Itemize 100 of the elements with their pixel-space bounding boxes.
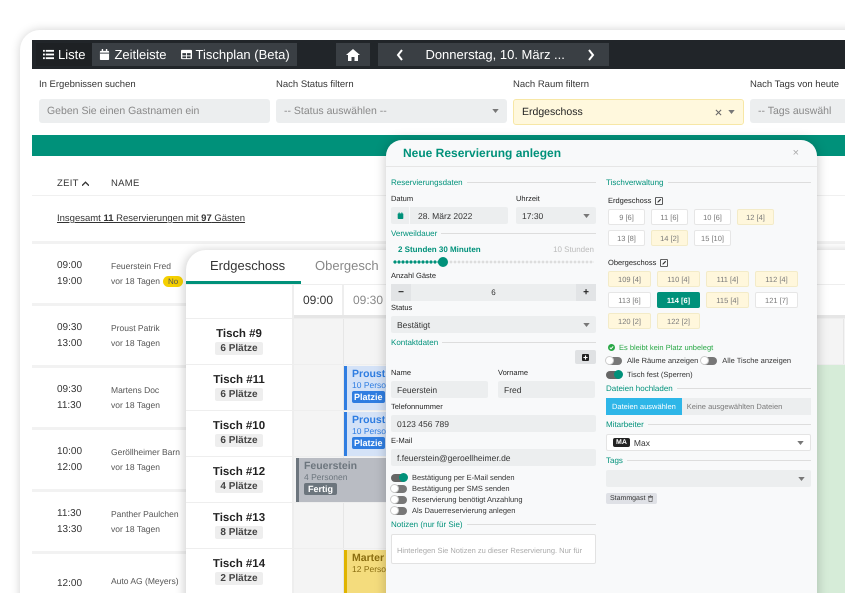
- view-tab[interactable]: Tischplan (Beta): [174, 43, 297, 66]
- date-label[interactable]: Donnerstag, 10. März ...: [425, 47, 565, 62]
- text-field[interactable]: 0123 456 789: [391, 415, 596, 432]
- edit-icon[interactable]: [655, 196, 664, 204]
- toggle-switch[interactable]: [391, 484, 407, 492]
- view-tab[interactable]: Liste: [36, 43, 92, 66]
- text-field[interactable]: Feuerstein: [391, 381, 488, 398]
- end-time: 13:30: [57, 524, 84, 535]
- caret-icon: [797, 440, 804, 444]
- text-field[interactable]: f.feuerstein@geroellheimer.de: [391, 449, 596, 466]
- section-heading: Mitarbeiter: [606, 420, 644, 429]
- caret-icon: [583, 322, 590, 326]
- table-name: Tisch #9: [216, 328, 262, 340]
- end-time: 12:00: [57, 462, 84, 473]
- table-name: Tisch #11: [213, 374, 265, 386]
- toggle-switch[interactable]: [701, 356, 718, 364]
- decrement-button[interactable]: −: [391, 284, 411, 301]
- date-field[interactable]: 28. März 2022: [391, 207, 508, 224]
- filter-label: Nach Raum filtern: [513, 79, 590, 90]
- summary-link[interactable]: Insgesamt 11 Reservierungen mit 97 Gästen: [57, 213, 246, 224]
- column-header[interactable]: NAME: [111, 178, 140, 189]
- time-select[interactable]: 17:30: [516, 207, 596, 224]
- start-time: 10:00: [57, 446, 84, 457]
- start-time: 09:30: [57, 384, 84, 395]
- trash-icon[interactable]: [648, 495, 654, 502]
- chevron-left-icon[interactable]: [396, 48, 404, 60]
- duration-value: 2 Stunden 30 Minuten: [398, 245, 481, 254]
- status-select[interactable]: Bestätigt: [391, 316, 596, 333]
- created-time: vor 18 Tagen: [111, 338, 160, 348]
- column-header[interactable]: ZEIT: [57, 178, 111, 189]
- filter-label: Nach Status filtern: [276, 79, 355, 90]
- created-time: vor 18 Tagen: [111, 462, 160, 472]
- section-heading: Dateien hochladen: [606, 384, 673, 393]
- clear-icon[interactable]: [715, 108, 722, 116]
- start-time: 09:30: [57, 322, 84, 333]
- text-field[interactable]: Fred: [498, 381, 595, 398]
- filter-label: In Ergebnissen suchen: [39, 79, 137, 90]
- status-badge: No: [163, 276, 184, 286]
- seats-badge: 6 Plätze: [215, 342, 263, 355]
- section-heading: Reservierungsdaten: [391, 178, 463, 187]
- plus-square-icon: [582, 354, 589, 360]
- seats-badge: 6 Plätze: [215, 388, 263, 401]
- home-icon: [346, 48, 360, 60]
- view-tab[interactable]: Zeitleiste: [92, 43, 174, 66]
- edit-icon[interactable]: [660, 258, 668, 266]
- calendar-icon: [99, 49, 110, 60]
- guest-name: Geröllheimer Barn: [111, 447, 180, 457]
- table-name: Tisch #10: [212, 420, 266, 432]
- time-header: 09:00: [294, 285, 344, 315]
- filter-select[interactable]: -- Tags auswähl: [750, 99, 845, 123]
- chevron-right-icon[interactable]: [586, 48, 595, 60]
- filter-label: Nach Tags von heute: [750, 79, 840, 90]
- dialog-title: Neue Reservierung anlegen: [403, 146, 562, 160]
- created-time: vor 18 Tagen: [111, 276, 160, 286]
- seats-badge: 6 Plätze: [215, 434, 263, 447]
- caret-icon: [798, 476, 805, 480]
- caret-icon: [728, 110, 735, 114]
- created-time: vor 18 Tagen: [111, 524, 160, 534]
- guest-name: Martens Doc: [111, 385, 160, 395]
- calendar-icon: [396, 212, 404, 219]
- contact-card-button[interactable]: [575, 350, 596, 364]
- list-icon: [43, 49, 54, 60]
- section-heading: Tags: [606, 456, 623, 465]
- guest-name: Feuerstein Fred: [111, 260, 172, 270]
- caret-icon: [583, 214, 590, 218]
- caret-icon: [492, 109, 499, 113]
- guest-name: Auto AG (Meyers): [111, 576, 179, 586]
- table-name: Tisch #13: [212, 512, 266, 524]
- start-time: 11:30: [57, 508, 82, 519]
- toggle-switch[interactable]: [606, 356, 622, 364]
- slider-thumb[interactable]: [438, 257, 448, 267]
- guest-name: Proust Patrik: [111, 323, 160, 333]
- start-time: 12:00: [57, 578, 84, 589]
- section-heading: Kontaktdaten: [391, 338, 438, 347]
- seats-badge: 8 Plätze: [215, 526, 263, 539]
- table-name: Tisch #14: [212, 558, 266, 570]
- guest-name: Panther Paulchen: [111, 509, 179, 519]
- table-icon: [180, 49, 192, 60]
- start-time: 09:00: [57, 260, 84, 271]
- toggle-switch[interactable]: [391, 496, 407, 504]
- toggle-switch[interactable]: [391, 506, 407, 514]
- created-time: vor 18 Tagen: [111, 400, 160, 410]
- end-time: 13:00: [57, 338, 84, 349]
- filter-select[interactable]: Erdgeschoss: [513, 99, 744, 125]
- seats-badge: 4 Plätze: [215, 480, 263, 493]
- duration-max: 10 Stunden: [553, 245, 594, 254]
- increment-button[interactable]: +: [576, 284, 596, 301]
- check-circle-icon: [608, 344, 615, 351]
- table-name: Tisch #12: [212, 466, 266, 478]
- guests-field[interactable]: 6: [411, 284, 576, 301]
- toggle-switch[interactable]: [391, 474, 407, 482]
- end-time: 19:00: [57, 276, 84, 287]
- home-button[interactable]: [336, 43, 370, 66]
- section-heading: Verweildauer: [391, 229, 438, 238]
- toggle-switch[interactable]: [606, 370, 622, 378]
- end-time: 11:30: [57, 400, 82, 411]
- sort-caret-icon: [82, 181, 89, 186]
- filter-select[interactable]: -- Status auswählen --: [276, 99, 507, 123]
- search-field[interactable]: Geben Sie einen Gastnamen ein: [39, 99, 270, 123]
- section-heading: Tischverwaltung: [606, 178, 664, 187]
